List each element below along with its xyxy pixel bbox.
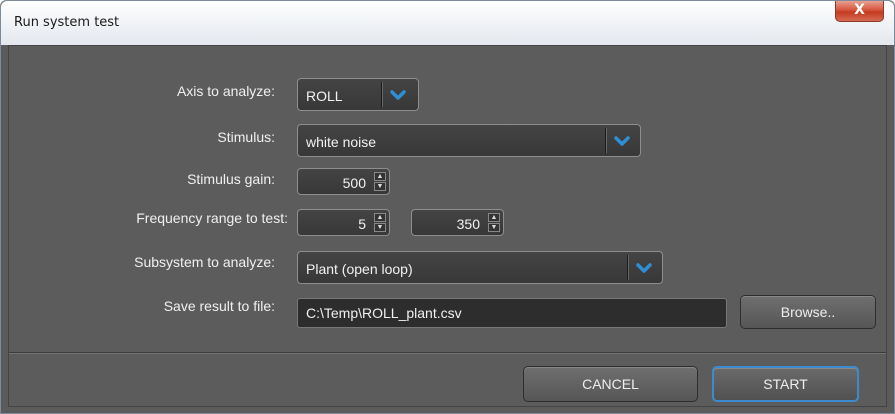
save-file-input[interactable] [298,299,726,327]
stimulus-gain-stepper[interactable]: 500 ▲ ▼ [297,168,390,195]
frequency-min-value: 5 [358,216,366,232]
footer-divider [9,352,886,354]
window-title: Run system test [14,15,120,30]
cancel-button[interactable]: CANCEL [523,366,698,402]
axis-dropdown[interactable]: ROLL [297,78,419,111]
spinner-arrows-icon[interactable]: ▲ ▼ [374,172,386,191]
stimulus-gain-label: Stimulus gain: [187,171,275,187]
stimulus-gain-value: 500 [342,175,366,191]
stimulus-label: Stimulus: [217,129,275,145]
stimulus-value: white noise [306,134,377,150]
axis-label: Axis to analyze: [176,83,275,99]
subsystem-dropdown[interactable]: Plant (open loop) [297,251,663,284]
save-file-label: Save result to file: [163,298,275,314]
frequency-max-value: 350 [456,216,480,232]
spinner-up-icon[interactable]: ▲ [374,213,386,222]
chevron-down-icon [390,90,406,100]
spinner-down-icon[interactable]: ▼ [374,182,386,191]
start-button[interactable]: START [712,366,859,402]
chevron-down-icon [636,263,652,273]
dialog-window: Run system test X Axis to analyze: ROLL … [0,0,895,414]
subsystem-label: Subsystem to analyze: [134,254,275,270]
frequency-min-stepper[interactable]: 5 ▲ ▼ [297,209,390,236]
stimulus-dropdown[interactable]: white noise [297,124,641,157]
save-file-field[interactable] [297,298,727,328]
spinner-up-icon[interactable]: ▲ [374,172,386,181]
dialog-body: Axis to analyze: ROLL Stimulus: white no… [8,45,887,407]
spinner-up-icon[interactable]: ▲ [488,213,500,222]
chevron-down-icon [614,136,630,146]
subsystem-value: Plant (open loop) [306,261,413,277]
browse-button[interactable]: Browse.. [740,295,876,329]
axis-value: ROLL [306,88,343,104]
spinner-arrows-icon[interactable]: ▲ ▼ [374,213,386,232]
frequency-range-label: Frequency range to test: [136,210,288,226]
close-button[interactable]: X [835,1,884,22]
close-icon: X [854,2,865,18]
spinner-down-icon[interactable]: ▼ [488,223,500,232]
spinner-down-icon[interactable]: ▼ [374,223,386,232]
spinner-arrows-icon[interactable]: ▲ ▼ [488,213,500,232]
frequency-max-stepper[interactable]: 350 ▲ ▼ [411,209,504,236]
title-bar[interactable]: Run system test X [1,1,894,45]
